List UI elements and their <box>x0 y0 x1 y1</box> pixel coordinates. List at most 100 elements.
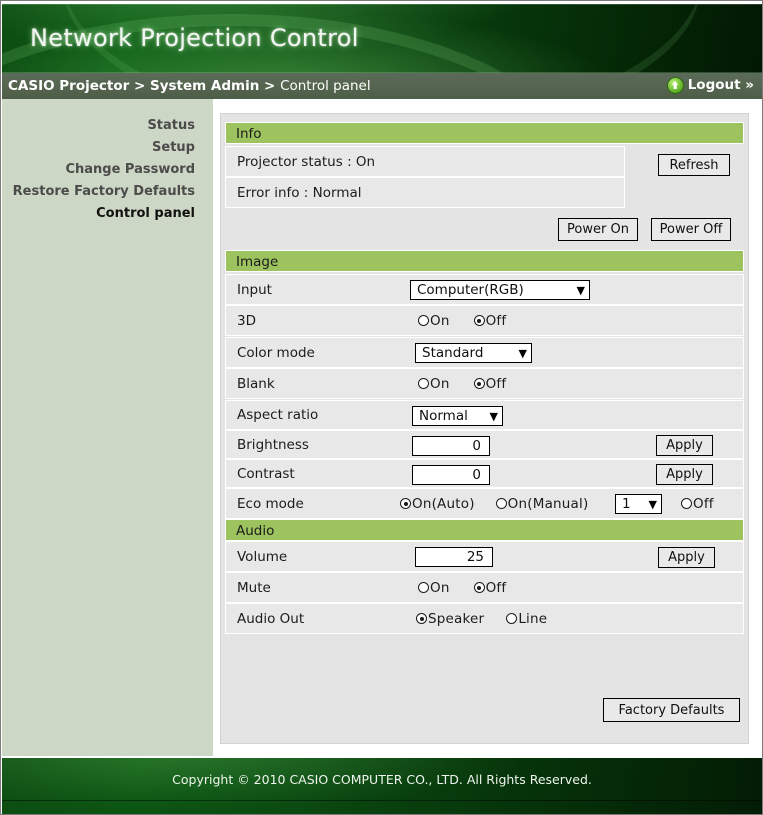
sidebar-item-change-password[interactable]: Change Password <box>2 159 213 181</box>
section-header-info: Info <box>225 122 744 144</box>
aspect-ratio-label: Aspect ratio <box>237 407 319 423</box>
eco-mode-level-value: 1 <box>622 496 631 512</box>
input-select[interactable]: Computer(RGB) ▼ <box>410 280 590 300</box>
radio-dot-icon <box>473 315 485 326</box>
sidebar-item-setup[interactable]: Setup <box>2 137 213 159</box>
row-audio-out: Audio Out Speaker Line <box>225 603 744 634</box>
sidebar-item-restore-factory-defaults[interactable]: Restore Factory Defaults <box>2 181 213 203</box>
eco-mode-off-label: Off <box>693 495 714 512</box>
blank-label: Blank <box>237 375 275 392</box>
contrast-apply-button[interactable]: Apply <box>656 464 713 485</box>
brightness-apply-button[interactable]: Apply <box>656 435 713 456</box>
brightness-label: Brightness <box>237 436 309 453</box>
audio-out-speaker-label: Speaker <box>428 610 485 627</box>
color-mode-select-value: Standard <box>422 345 484 361</box>
breadcrumb-trail[interactable]: CASIO Projector > System Admin > <box>8 78 280 94</box>
input-label: Input <box>237 281 272 298</box>
mute-radio-on[interactable]: On <box>418 580 450 596</box>
sidebar-item-status[interactable]: Status <box>2 115 213 137</box>
radio-dot-icon <box>400 498 411 509</box>
row-3d: 3D On Off <box>225 305 744 336</box>
error-info-text: Error info : Normal <box>237 184 362 201</box>
eco-mode-off-group: Off <box>681 489 714 518</box>
audio-out-radio-group: Speaker Line <box>416 604 547 633</box>
blank-radio-group: On Off <box>418 369 506 398</box>
radio-dot-icon <box>418 378 429 389</box>
eco-mode-radio-manual[interactable]: On(Manual) <box>495 496 589 512</box>
eco-mode-auto-label: On(Auto) <box>412 495 475 512</box>
row-input: Input Computer(RGB) ▼ <box>225 274 744 305</box>
threed-off-label: Off <box>485 312 507 329</box>
radio-dot-icon <box>473 582 485 593</box>
mute-radio-off[interactable]: Off <box>473 579 507 596</box>
threed-radio-group: On Off <box>418 306 506 335</box>
section-header-image: Image <box>225 250 744 272</box>
radio-dot-icon <box>416 613 427 624</box>
radio-dot-icon <box>418 582 429 593</box>
row-projector-status: Projector status : On <box>225 146 625 177</box>
volume-apply-button[interactable]: Apply <box>658 547 715 568</box>
up-arrow-circle-icon <box>667 77 683 93</box>
threed-on-label: On <box>430 312 450 329</box>
eco-mode-level-select[interactable]: 1 ▼ <box>615 494 662 514</box>
audio-out-radio-speaker[interactable]: Speaker <box>416 611 484 627</box>
power-off-button[interactable]: Power Off <box>651 218 731 241</box>
app-title: Network Projection Control <box>30 24 359 52</box>
aspect-ratio-select[interactable]: Normal ▼ <box>412 406 503 426</box>
radio-dot-icon <box>506 613 518 624</box>
aspect-ratio-select-value: Normal <box>419 408 468 424</box>
audio-out-radio-line[interactable]: Line <box>506 611 547 627</box>
radio-dot-icon <box>681 498 692 509</box>
page-root: Network Projection Control CASIO Project… <box>0 0 763 815</box>
blank-radio-on[interactable]: On <box>418 376 450 392</box>
breadcrumb: CASIO Projector > System Admin > Control… <box>8 77 371 95</box>
eco-mode-radio-auto[interactable]: On(Auto) <box>400 496 475 512</box>
copyright-text: Copyright © 2010 CASIO COMPUTER CO., LTD… <box>172 772 592 787</box>
sidebar-item-control-panel[interactable]: Control panel <box>2 203 213 225</box>
footer: Copyright © 2010 CASIO COMPUTER CO., LTD… <box>2 758 762 814</box>
mute-radio-group: On Off <box>418 573 506 602</box>
breadcrumb-bar: CASIO Projector > System Admin > Control… <box>2 73 762 99</box>
row-brightness: Brightness 0 Apply <box>225 430 744 459</box>
chevron-down-icon: ▼ <box>648 497 657 511</box>
row-error-info: Error info : Normal <box>225 177 625 208</box>
row-eco-mode: Eco mode On(Auto) On(Manual) 1 ▼ Off <box>225 488 744 519</box>
threed-label: 3D <box>237 312 256 329</box>
color-mode-select[interactable]: Standard ▼ <box>415 343 532 363</box>
row-blank: Blank On Off <box>225 368 744 399</box>
color-mode-label: Color mode <box>237 344 315 361</box>
blank-on-label: On <box>430 375 450 392</box>
input-select-value: Computer(RGB) <box>417 282 524 298</box>
row-volume: Volume 25 Apply <box>225 541 744 572</box>
logout-button[interactable]: Logout » <box>667 77 754 93</box>
control-panel-content: Info Projector status : On Error info : … <box>220 113 749 744</box>
chevron-down-icon: ▼ <box>576 283 585 297</box>
eco-mode-radio-group: On(Auto) On(Manual) <box>400 489 588 518</box>
blank-off-label: Off <box>485 375 507 392</box>
contrast-input[interactable]: 0 <box>412 465 490 485</box>
eco-mode-label: Eco mode <box>237 495 304 512</box>
threed-radio-on[interactable]: On <box>418 313 450 329</box>
volume-input[interactable]: 25 <box>415 547 493 567</box>
projector-status-text: Projector status : On <box>237 153 376 170</box>
sidebar-nav: Status Setup Change Password Restore Fac… <box>2 115 213 225</box>
section-header-audio: Audio <box>225 519 744 541</box>
audio-out-label: Audio Out <box>237 610 305 627</box>
refresh-button[interactable]: Refresh <box>658 154 730 176</box>
threed-radio-off[interactable]: Off <box>473 312 507 329</box>
mute-off-label: Off <box>485 579 507 596</box>
brightness-input[interactable]: 0 <box>412 436 490 456</box>
row-mute: Mute On Off <box>225 572 744 603</box>
row-aspect-ratio: Aspect ratio Normal ▼ <box>225 400 744 430</box>
factory-defaults-button[interactable]: Factory Defaults <box>603 698 740 722</box>
eco-mode-radio-off[interactable]: Off <box>681 496 714 512</box>
chevron-down-icon: ▼ <box>518 346 527 360</box>
row-color-mode: Color mode Standard ▼ <box>225 337 744 368</box>
app-banner: Network Projection Control <box>2 4 762 73</box>
blank-radio-off[interactable]: Off <box>473 375 507 392</box>
radio-dot-icon <box>418 315 429 326</box>
power-on-button[interactable]: Power On <box>558 218 638 241</box>
mute-label: Mute <box>237 579 271 596</box>
chevron-down-icon: ▼ <box>489 409 498 423</box>
footer-divider <box>2 800 762 801</box>
